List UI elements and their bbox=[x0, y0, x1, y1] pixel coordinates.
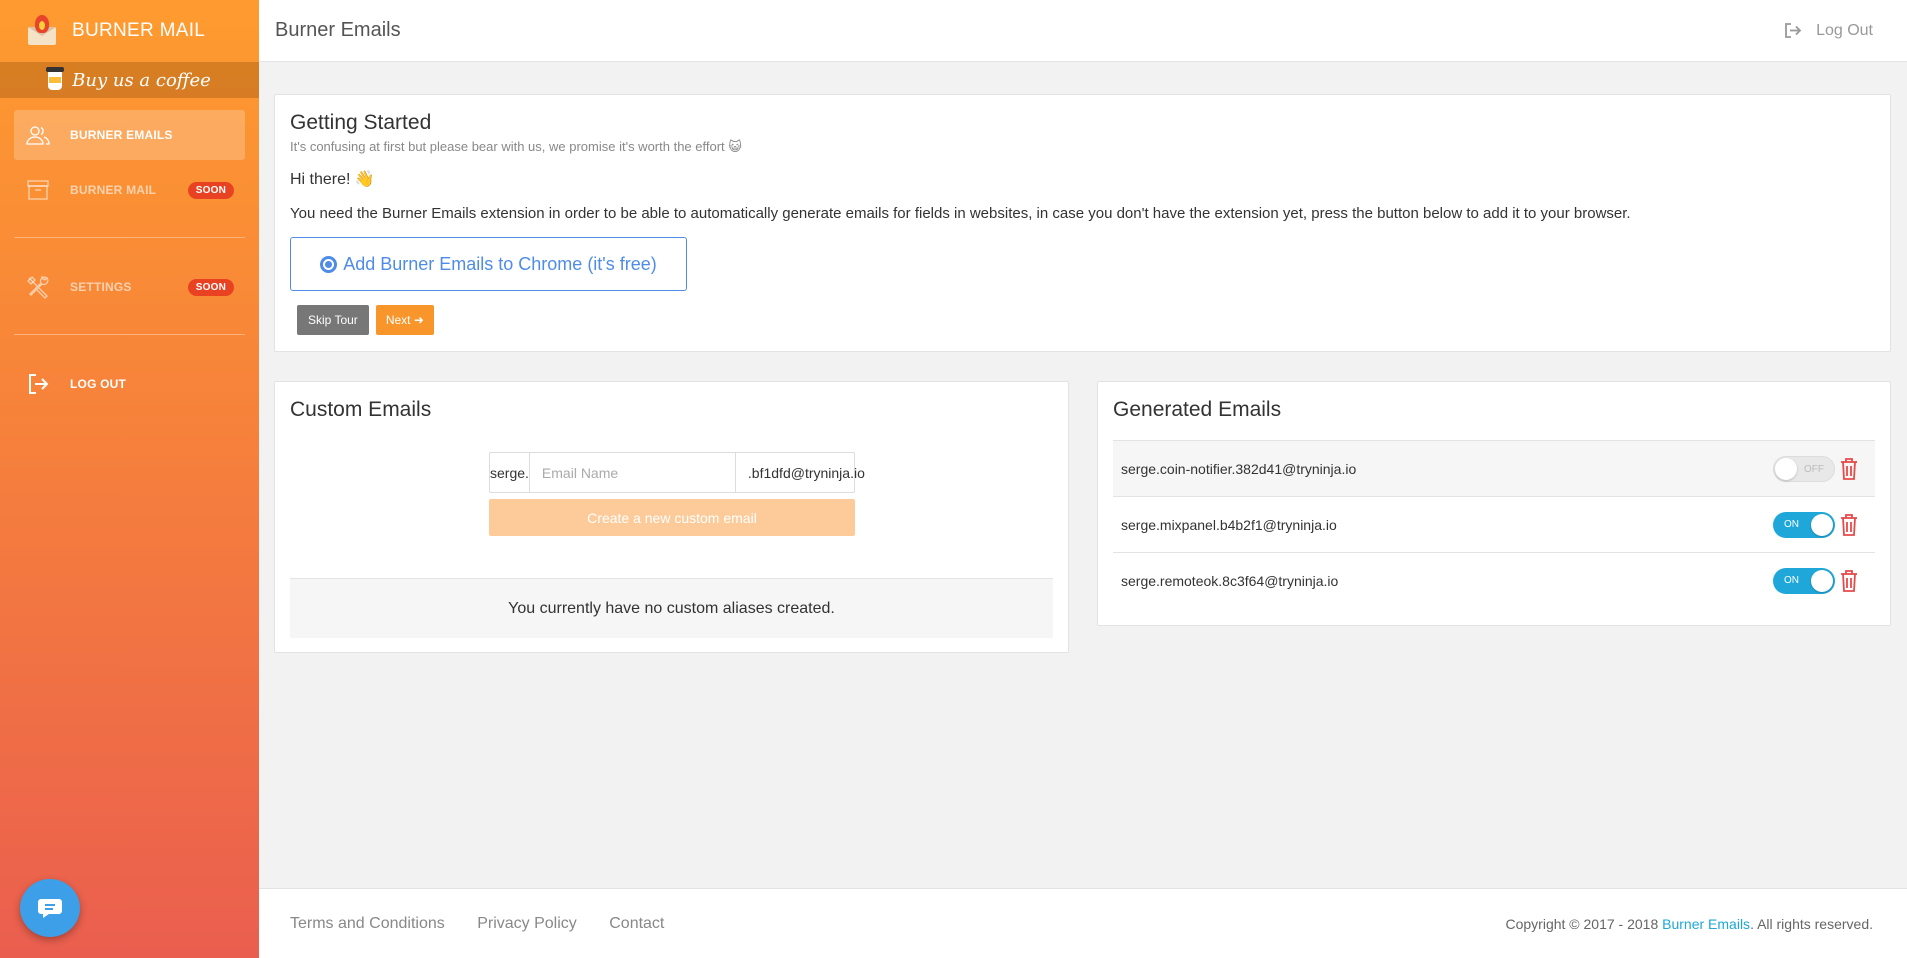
next-button[interactable]: Next ➜ bbox=[375, 305, 434, 335]
chrome-icon bbox=[320, 255, 338, 273]
chat-button[interactable] bbox=[20, 879, 80, 937]
greeting: Hi there! 👋 bbox=[290, 171, 375, 188]
list-item: serge.coin-notifier.382d41@tryninja.io O… bbox=[1113, 440, 1875, 496]
top-header: Burner Emails Log Out bbox=[259, 0, 1907, 62]
sidebar-item-label: BURNER MAIL bbox=[70, 183, 157, 197]
add-to-chrome-button[interactable]: Add Burner Emails to Chrome (it's free) bbox=[290, 237, 687, 291]
getting-started-title: Getting Started bbox=[290, 111, 432, 134]
tour-controls: Skip Tour Next ➜ bbox=[297, 305, 1875, 335]
tools-icon bbox=[27, 276, 49, 299]
email-toggle[interactable]: ON bbox=[1773, 567, 1835, 594]
buy-coffee-label: Buy us a coffee bbox=[72, 69, 211, 91]
toggle-state: ON bbox=[1784, 574, 1799, 586]
toggle-state: ON bbox=[1784, 518, 1799, 530]
trash-icon[interactable] bbox=[1839, 513, 1859, 537]
email-suffix: .bf1dfd@tryninja.io bbox=[734, 453, 877, 492]
copyright-brand-link[interactable]: Burner Emails bbox=[1662, 916, 1750, 932]
sidebar-item-label: LOG OUT bbox=[70, 377, 127, 391]
custom-emails-title: Custom Emails bbox=[290, 398, 432, 421]
arrow-right-icon: ➜ bbox=[413, 313, 424, 327]
copyright: Copyright © 2017 - 2018 Burner Emails. A… bbox=[1506, 916, 1874, 932]
sidebar-item-label: BURNER EMAILS bbox=[70, 128, 173, 142]
archive-icon bbox=[27, 180, 49, 200]
sidebar: BURNER MAIL Buy us a coffee BURNER EMAIL… bbox=[0, 0, 259, 958]
skip-tour-button[interactable]: Skip Tour bbox=[297, 305, 369, 335]
coffee-cup-icon bbox=[46, 67, 65, 90]
terms-link[interactable]: Terms and Conditions bbox=[290, 915, 445, 932]
sidebar-item-label: SETTINGS bbox=[70, 280, 132, 294]
soon-badge: SOON bbox=[187, 182, 234, 199]
sidebar-item-log-out[interactable]: LOG OUT bbox=[14, 359, 245, 409]
header-logout-link[interactable]: Log Out bbox=[1785, 22, 1873, 40]
generated-email-address: serge.remoteok.8c3f64@tryninja.io bbox=[1121, 572, 1339, 589]
soon-badge: SOON bbox=[187, 279, 234, 296]
create-custom-email-button[interactable]: Create a new custom email bbox=[489, 499, 855, 536]
generated-emails-list: serge.coin-notifier.382d41@tryninja.io O… bbox=[1113, 440, 1875, 608]
next-label: Next bbox=[385, 313, 411, 327]
custom-emails-panel: Custom Emails serge. .bf1dfd@tryninja.io… bbox=[274, 381, 1069, 653]
custom-email-form: serge. .bf1dfd@tryninja.io Create a new … bbox=[489, 452, 865, 536]
copyright-prefix: Copyright © 2017 - 2018 bbox=[1505, 915, 1663, 932]
list-item: serge.remoteok.8c3f64@tryninja.io ON bbox=[1113, 552, 1875, 608]
nav-divider bbox=[14, 237, 245, 238]
email-toggle[interactable]: OFF bbox=[1773, 455, 1835, 482]
logout-icon bbox=[29, 374, 49, 394]
page-title: Burner Emails bbox=[275, 19, 401, 41]
footer-links: Terms and Conditions Privacy Policy Cont… bbox=[290, 915, 692, 933]
sidebar-item-burner-emails[interactable]: BURNER EMAILS bbox=[14, 110, 245, 160]
users-icon bbox=[26, 126, 50, 145]
buy-coffee-link[interactable]: Buy us a coffee bbox=[0, 62, 259, 98]
trash-icon[interactable] bbox=[1839, 569, 1859, 593]
add-to-chrome-label: Add Burner Emails to Chrome (it's free) bbox=[343, 253, 657, 274]
list-item: serge.mixpanel.b4b2f1@tryninja.io ON bbox=[1113, 496, 1875, 552]
generated-email-address: serge.mixpanel.b4b2f1@tryninja.io bbox=[1121, 516, 1337, 533]
generated-emails-panel: Generated Emails serge.coin-notifier.382… bbox=[1097, 381, 1891, 626]
toggle-state: OFF bbox=[1804, 463, 1824, 475]
sidebar-item-settings[interactable]: SETTINGS SOON bbox=[14, 262, 245, 312]
footer: Terms and Conditions Privacy Policy Cont… bbox=[259, 888, 1907, 958]
contact-link[interactable]: Contact bbox=[609, 915, 664, 932]
email-name-input[interactable] bbox=[529, 453, 735, 492]
logout-icon bbox=[1785, 23, 1802, 38]
email-toggle[interactable]: ON bbox=[1773, 511, 1835, 538]
getting-started-panel: Getting Started It's confusing at first … bbox=[274, 94, 1891, 352]
sidebar-item-burner-mail[interactable]: BURNER MAIL SOON bbox=[14, 165, 245, 215]
extension-description: You need the Burner Emails extension in … bbox=[290, 205, 1631, 222]
chat-icon bbox=[38, 899, 62, 918]
privacy-link[interactable]: Privacy Policy bbox=[477, 915, 577, 932]
getting-started-subtitle: It's confusing at first but please bear … bbox=[290, 139, 742, 154]
brand-title: BURNER MAIL bbox=[72, 20, 206, 41]
header-logout-label: Log Out bbox=[1816, 21, 1873, 39]
empty-aliases-message: You currently have no custom aliases cre… bbox=[290, 578, 1053, 638]
generated-emails-title: Generated Emails bbox=[1113, 398, 1282, 421]
brand[interactable]: BURNER MAIL bbox=[0, 0, 259, 62]
sidebar-nav: BURNER EMAILS BURNER MAIL SOON SETTINGS … bbox=[0, 98, 259, 409]
email-prefix: serge. bbox=[490, 453, 530, 492]
burner-mail-logo-icon bbox=[26, 15, 58, 47]
copyright-suffix: . All rights reserved. bbox=[1750, 915, 1873, 932]
trash-icon[interactable] bbox=[1839, 457, 1859, 481]
email-input-group: serge. .bf1dfd@tryninja.io bbox=[489, 452, 865, 493]
nav-divider bbox=[14, 334, 245, 335]
generated-email-address: serge.coin-notifier.382d41@tryninja.io bbox=[1121, 460, 1357, 477]
